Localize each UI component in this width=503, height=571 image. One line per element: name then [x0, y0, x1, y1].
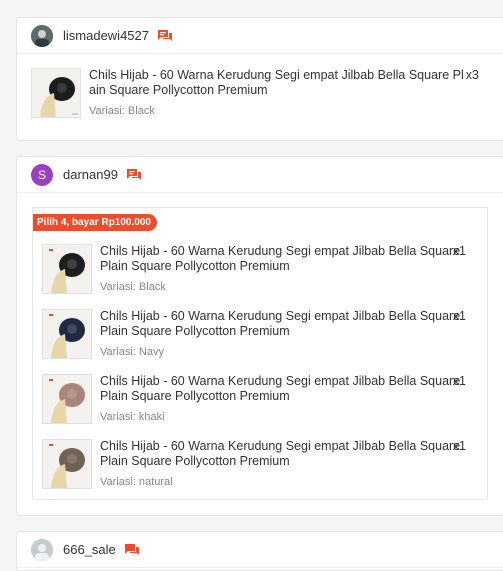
product-thumbnail — [42, 309, 92, 359]
order-item[interactable]: Chils Hijab - 60 Warna Kerudung Segi emp… — [42, 374, 466, 424]
buyer-username[interactable]: darnan99 — [63, 167, 118, 182]
buyer-username[interactable]: lismadewi4527 — [63, 28, 149, 43]
order-item[interactable]: Chils Hijab - 60 Warna Kerudung Segi emp… — [31, 68, 479, 118]
item-variation: Variasi: Black — [100, 281, 166, 293]
buyer-avatar[interactable]: S — [31, 163, 53, 186]
bundle-promo-badge: Pilih 4, bayar Rp100.000 — [33, 214, 157, 231]
product-thumbnail — [42, 439, 92, 489]
item-variation: Variasi: khaki — [100, 411, 165, 423]
product-thumbnail — [42, 374, 92, 424]
product-title[interactable]: Chils Hijab - 60 Warna Kerudung Segi emp… — [89, 68, 469, 98]
product-thumbnail — [42, 244, 92, 294]
item-variation: Variasi: natural — [100, 476, 173, 488]
item-info: Chils Hijab - 60 Warna Kerudung Segi emp… — [100, 309, 466, 359]
item-quantity: x1 — [452, 439, 466, 453]
item-quantity: x1 — [452, 309, 466, 323]
item-variation: Variasi: Navy — [100, 346, 164, 358]
order-item[interactable]: Chils Hijab - 60 Warna Kerudung Segi emp… — [42, 309, 466, 359]
product-title[interactable]: Chils Hijab - 60 Warna Kerudung Segi emp… — [100, 309, 466, 339]
item-info: Chils Hijab - 60 Warna Kerudung Segi emp… — [100, 374, 466, 424]
order-card: S darnan99 Pilih 4, bayar Rp100.000 Chil… — [16, 156, 503, 516]
item-info: Chils Hijab - 60 Warna Kerudung Segi emp… — [100, 439, 466, 489]
order-card: lismadewi4527 Chils Hijab - 60 Warna Ker… — [16, 17, 503, 141]
product-title[interactable]: Chils Hijab - 60 Warna Kerudung Segi emp… — [100, 244, 466, 274]
order-item[interactable]: Chils Hijab - 60 Warna Kerudung Segi emp… — [42, 439, 466, 489]
order-header: lismadewi4527 — [17, 18, 503, 54]
item-quantity: x3 — [465, 68, 479, 82]
order-header: 666_sale — [17, 532, 503, 568]
chat-icon[interactable] — [126, 168, 142, 182]
item-quantity: x1 — [452, 374, 466, 388]
order-card: 666_sale — [16, 531, 503, 571]
item-variation: Variasi: Black — [89, 105, 155, 117]
product-title[interactable]: Chils Hijab - 60 Warna Kerudung Segi emp… — [100, 439, 466, 469]
order-header: S darnan99 — [17, 157, 503, 193]
chat-icon[interactable] — [157, 29, 173, 43]
product-title[interactable]: Chils Hijab - 60 Warna Kerudung Segi emp… — [100, 374, 466, 404]
bundle-deal-box: Pilih 4, bayar Rp100.000 Chils Hijab - 6… — [32, 207, 488, 500]
buyer-avatar[interactable] — [31, 24, 53, 47]
item-quantity: x1 — [452, 244, 466, 258]
product-thumbnail — [31, 68, 81, 118]
order-item[interactable]: Chils Hijab - 60 Warna Kerudung Segi emp… — [42, 244, 466, 294]
item-info: Chils Hijab - 60 Warna Kerudung Segi emp… — [100, 244, 466, 294]
item-info: Chils Hijab - 60 Warna Kerudung Segi emp… — [89, 68, 479, 118]
